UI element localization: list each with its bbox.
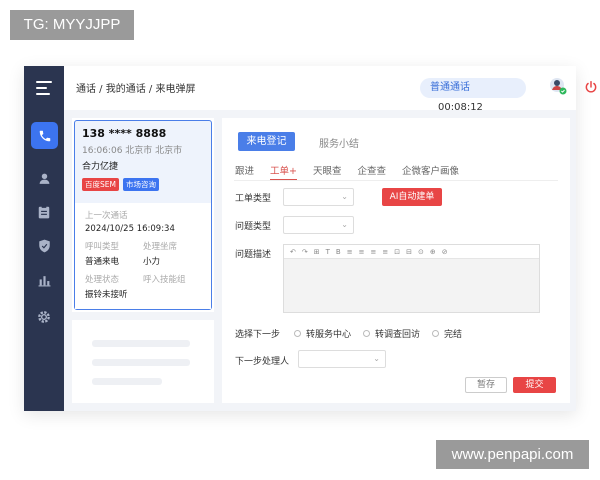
caller-company: 合力亿捷 — [82, 162, 119, 172]
table-icon[interactable]: ⊞ — [314, 248, 320, 256]
app-window: 通话 / 我的通话 / 来电弹屏 普通通话 00:08:12 138 **** … — [24, 66, 597, 411]
subtab-ticket[interactable]: 工单+ — [270, 163, 297, 180]
ai-create-ticket-button[interactable]: AI自动建单 — [382, 188, 442, 206]
tab-service-summary[interactable]: 服务小结 — [319, 135, 359, 150]
issue-type-label: 问题类型 — [235, 222, 272, 232]
link-icon[interactable]: ⊙ — [418, 248, 424, 256]
undo-icon[interactable]: ↶ — [290, 248, 296, 256]
chevron-down-icon: ⌄ — [373, 354, 380, 363]
status-label: 处理状态 — [85, 275, 120, 285]
skeleton-line — [92, 340, 190, 347]
handler-value: 小力 — [143, 257, 161, 267]
call-timer: 00:08:12 — [438, 102, 483, 113]
placeholder-card — [72, 320, 214, 403]
tab-call-registration[interactable]: 来电登记 — [238, 132, 295, 151]
status-value: 振铃未接听 — [85, 290, 128, 300]
radio-circle — [294, 330, 301, 337]
avatar[interactable] — [549, 77, 567, 95]
clipboard-icon[interactable] — [36, 204, 52, 220]
call-type-label: 普通通话 — [430, 82, 470, 93]
call-type-label: 呼叫类型 — [85, 242, 120, 252]
next-step-radio-group: 转服务中心 转调查回访 完结 — [294, 327, 474, 340]
skeleton-line — [92, 359, 190, 366]
next-handler-select[interactable]: ⌄ — [298, 350, 386, 368]
call-status-pill: 普通通话 00:08:12 — [420, 78, 526, 113]
watermark-bottom-right: www.penpapi.com — [436, 440, 589, 469]
last-call-label: 上一次通话 — [85, 211, 128, 221]
call-type-value: 普通来电 — [85, 257, 120, 267]
list-icon[interactable]: ≡ — [382, 248, 388, 256]
tag-category: 市场咨询 — [122, 178, 159, 191]
top-bar: 通话 / 我的通话 / 来电弹屏 普通通话 00:08:12 — [64, 66, 597, 113]
bold-icon[interactable]: B — [336, 248, 341, 256]
ticket-type-label: 工单类型 — [235, 194, 272, 204]
caller-phone: 138 **** 8888 — [82, 127, 167, 140]
last-call-value: 2024/10/25 16:09:34 — [85, 224, 175, 234]
subtab-tianyancha[interactable]: 天眼查 — [313, 163, 342, 180]
media-icon[interactable]: ⊟ — [406, 248, 412, 256]
shield-icon[interactable] — [36, 238, 52, 254]
skill-group-label: 呼入技能组 — [143, 275, 186, 285]
tag-source: 百度SEM — [82, 178, 119, 191]
caller-time-location: 16:06:06 北京市 北京市 — [82, 146, 183, 156]
radio-circle — [363, 330, 371, 337]
menu-icon[interactable] — [36, 81, 52, 95]
skeleton-line — [92, 378, 162, 385]
align-center-icon[interactable]: ≡ — [359, 248, 365, 256]
main-panel: 来电登记 服务小结 跟进 工单+ 天眼查 企查查 企微客户画像 工单类型 ⌄ A… — [222, 118, 570, 403]
issue-type-select[interactable]: ⌄ — [283, 216, 354, 234]
subtab-follow-up[interactable]: 跟进 — [235, 163, 254, 180]
align-right-icon[interactable]: ≡ — [370, 248, 376, 256]
divider — [234, 180, 558, 181]
ticket-type-select[interactable]: ⌄ — [283, 188, 354, 206]
caller-panel: 138 **** 8888 16:06:06 北京市 北京市 合力亿捷 百度SE… — [72, 118, 214, 312]
next-handler-label: 下一步处理人 — [235, 357, 290, 367]
bar-chart-icon[interactable] — [36, 272, 52, 288]
submit-button[interactable]: 提交 — [513, 377, 556, 393]
caller-details: 上一次通话 2024/10/25 16:09:34 呼叫类型 处理坐席 普通来电… — [75, 203, 211, 309]
radio-circle — [432, 330, 440, 337]
issue-desc-label: 问题描述 — [235, 250, 272, 260]
subtab-wecom-profile[interactable]: 企微客户画像 — [402, 163, 459, 180]
caller-card[interactable]: 138 **** 8888 16:06:06 北京市 北京市 合力亿捷 百度SE… — [74, 120, 212, 310]
editor-body[interactable] — [284, 259, 539, 312]
subtab-qichacha[interactable]: 企查查 — [358, 163, 387, 180]
delete-icon[interactable]: ⊘ — [442, 248, 448, 256]
breadcrumb: 通话 / 我的通话 / 来电弹屏 — [76, 84, 196, 95]
phone-icon[interactable] — [31, 122, 58, 149]
handler-label: 处理坐席 — [143, 242, 178, 252]
watermark-top-left: TG: MYYJJPP — [10, 10, 134, 40]
align-left-icon[interactable]: ≡ — [347, 248, 353, 256]
emoji-icon[interactable]: ⊕ — [430, 248, 436, 256]
subtab-bar: 跟进 工单+ 天眼查 企查查 企微客户画像 — [235, 163, 475, 180]
chevron-down-icon: ⌄ — [341, 192, 348, 201]
radio-service-center[interactable]: 转服务中心 — [294, 327, 351, 340]
rich-text-editor[interactable]: ↶ ↷ ⊞ T B ≡ ≡ ≡ ≡ ⊡ ⊟ ⊙ ⊕ ⊘ — [283, 244, 540, 313]
redo-icon[interactable]: ↷ — [302, 248, 308, 256]
chevron-down-icon: ⌄ — [341, 220, 348, 229]
gear-icon[interactable] — [36, 309, 52, 325]
radio-complete[interactable]: 完结 — [432, 327, 462, 340]
editor-toolbar: ↶ ↷ ⊞ T B ≡ ≡ ≡ ≡ ⊡ ⊟ ⊙ ⊕ ⊘ — [284, 245, 539, 259]
save-draft-button[interactable]: 暂存 — [465, 377, 507, 393]
next-step-label: 选择下一步 — [235, 330, 281, 340]
text-icon[interactable]: T — [326, 248, 330, 256]
sidebar — [24, 66, 64, 411]
radio-survey-callback[interactable]: 转调查回访 — [363, 327, 420, 340]
image-icon[interactable]: ⊡ — [394, 248, 400, 256]
user-icon[interactable] — [36, 170, 52, 186]
power-icon[interactable] — [584, 79, 598, 93]
